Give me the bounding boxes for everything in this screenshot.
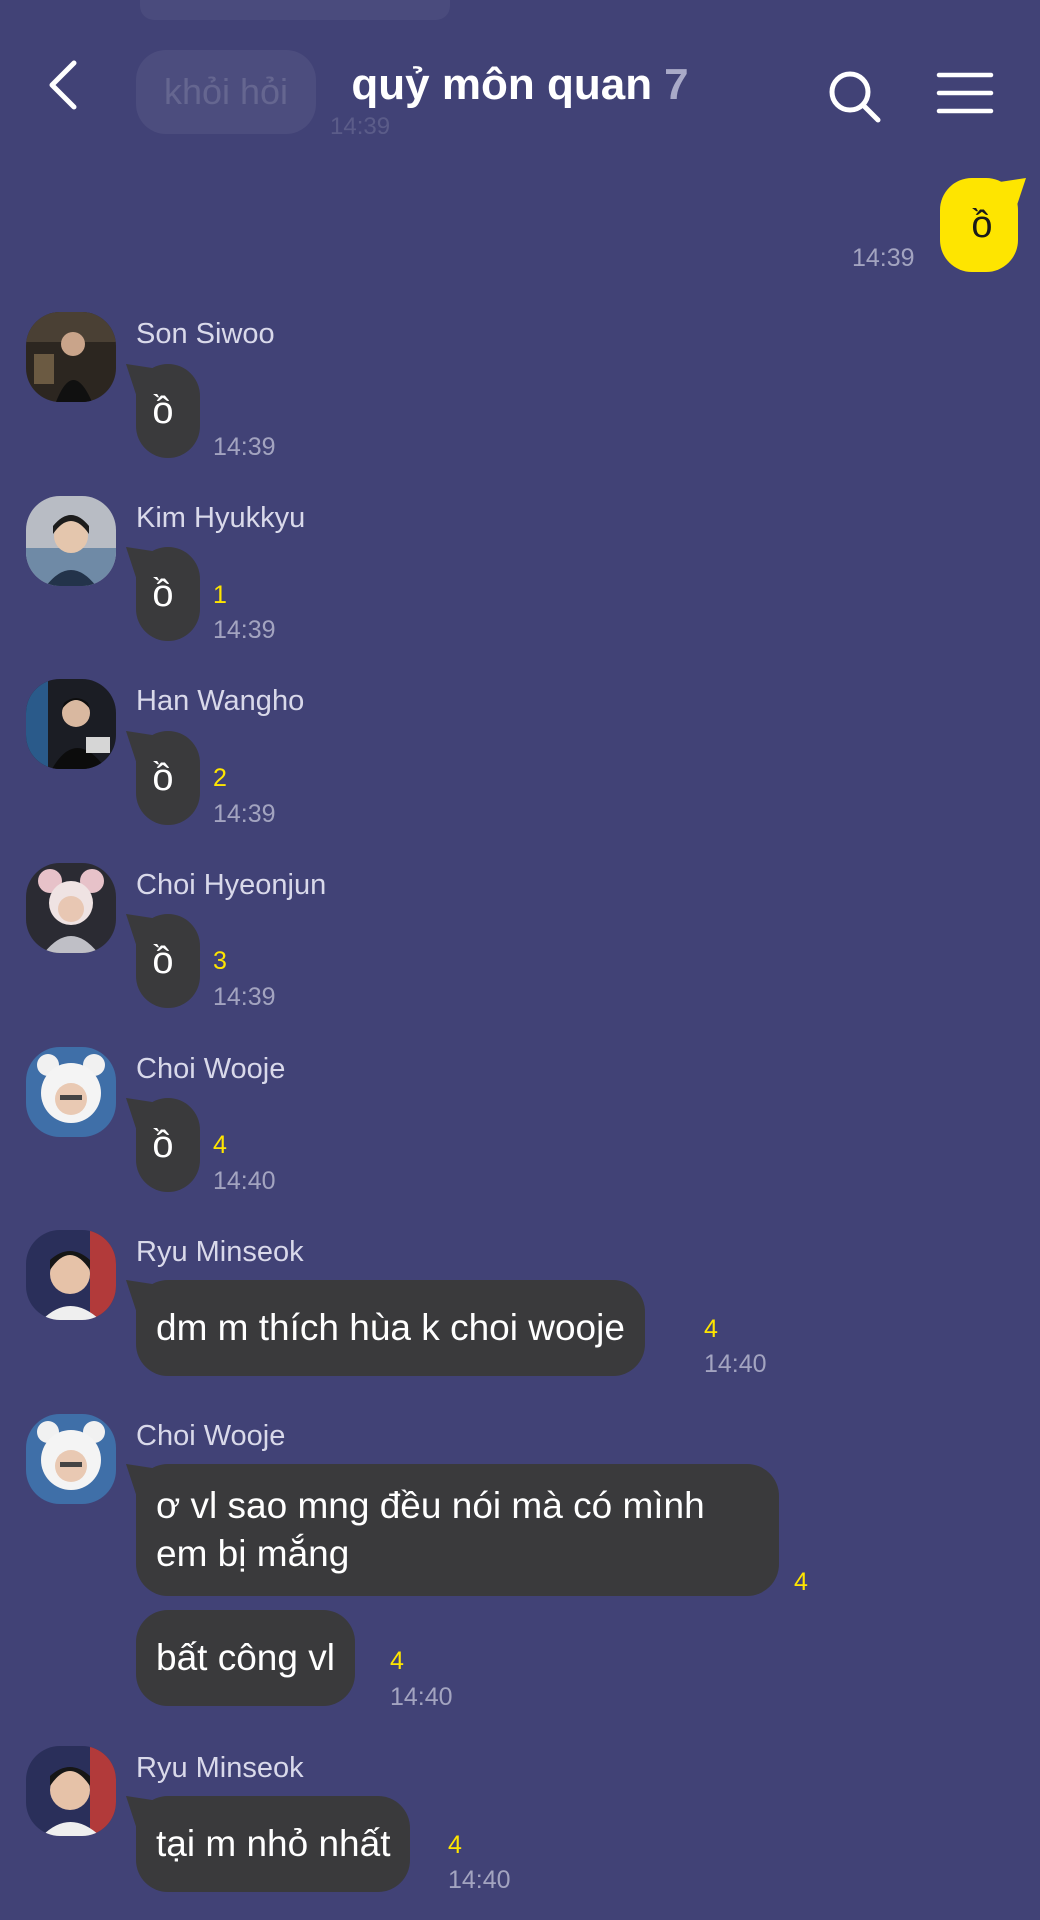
- message-time: 14:40: [213, 1167, 276, 1195]
- sender-name: Han Wangho: [136, 685, 305, 717]
- search-icon: [829, 71, 881, 123]
- unread-count: 4: [213, 1131, 227, 1159]
- message-bubble[interactable]: ồ: [136, 1098, 200, 1192]
- sender-name: Choi Wooje: [136, 1420, 286, 1452]
- sender-name: Kim Hyukkyu: [136, 502, 306, 534]
- search-button[interactable]: [826, 68, 886, 128]
- unread-count: 4: [704, 1315, 718, 1343]
- message-text-line: ơ vl sao mng đều nói mà có mình: [156, 1485, 705, 1526]
- sender-name: Choi Wooje: [136, 1053, 286, 1085]
- sender-name: Son Siwoo: [136, 318, 275, 350]
- sender-name: Ryu Minseok: [136, 1236, 304, 1268]
- message-time: 14:40: [448, 1866, 511, 1894]
- message-time: 14:39: [213, 433, 276, 461]
- message-text: ồ: [152, 390, 174, 432]
- message-time: 14:40: [390, 1683, 453, 1711]
- message-bubble[interactable]: ồ: [136, 364, 200, 458]
- avatar-choi-wooje[interactable]: [26, 1414, 116, 1504]
- message-bubble[interactable]: dm m thích hùa k choi wooje: [136, 1280, 645, 1376]
- message-time: 14:40: [704, 1350, 767, 1378]
- avatar-ryu-minseok[interactable]: [26, 1746, 116, 1836]
- unread-count: 4: [448, 1831, 462, 1859]
- message-time: 14:39: [213, 800, 276, 828]
- chat-name: quỷ môn quan: [351, 60, 653, 109]
- message-bubble[interactable]: bất công vl: [136, 1610, 355, 1706]
- message-text: bất công vl: [156, 1637, 335, 1678]
- avatar-son-siwoo[interactable]: [26, 312, 116, 402]
- message-text: ồ: [152, 940, 174, 982]
- message-bubble[interactable]: ồ: [136, 914, 200, 1008]
- unread-count: 3: [213, 947, 227, 975]
- hamburger-menu-icon: [936, 72, 994, 114]
- message-time: 14:39: [213, 616, 276, 644]
- unread-count: 4: [794, 1568, 808, 1596]
- message-text: tại m nhỏ nhất: [156, 1823, 391, 1864]
- message-text-line: em bị mắng: [156, 1533, 350, 1574]
- my-message-time: 14:39: [852, 244, 915, 272]
- menu-button[interactable]: [935, 68, 995, 118]
- avatar-choi-wooje[interactable]: [26, 1047, 116, 1137]
- message-text: ồ: [152, 757, 174, 799]
- avatar-han-wangho[interactable]: [26, 679, 116, 769]
- unread-count: 4: [390, 1647, 404, 1675]
- message-bubble[interactable]: ồ: [136, 731, 200, 825]
- chat-header: quỷ môn quan 7: [0, 0, 1040, 175]
- message-text: ồ: [152, 573, 174, 615]
- sender-name: Ryu Minseok: [136, 1752, 304, 1784]
- avatar-ryu-minseok[interactable]: [26, 1230, 116, 1320]
- avatar-choi-hyeonjun[interactable]: [26, 863, 116, 953]
- message-text: dm m thích hùa k choi wooje: [156, 1307, 625, 1348]
- sender-name: Choi Hyeonjun: [136, 869, 327, 901]
- my-message-text: ồ: [971, 204, 993, 246]
- my-message-bubble[interactable]: ồ: [940, 178, 1018, 272]
- message-text: ồ: [152, 1124, 174, 1166]
- member-count: 7: [664, 60, 689, 109]
- unread-count: 1: [213, 581, 227, 609]
- message-bubble[interactable]: tại m nhỏ nhất: [136, 1796, 411, 1892]
- message-time: 14:39: [213, 983, 276, 1011]
- avatar-kim-hyukkyu[interactable]: [26, 496, 116, 586]
- unread-count: 2: [213, 764, 227, 792]
- message-bubble[interactable]: ơ vl sao mng đều nói mà có mình em bị mắ…: [136, 1464, 779, 1596]
- message-bubble[interactable]: ồ: [136, 547, 200, 641]
